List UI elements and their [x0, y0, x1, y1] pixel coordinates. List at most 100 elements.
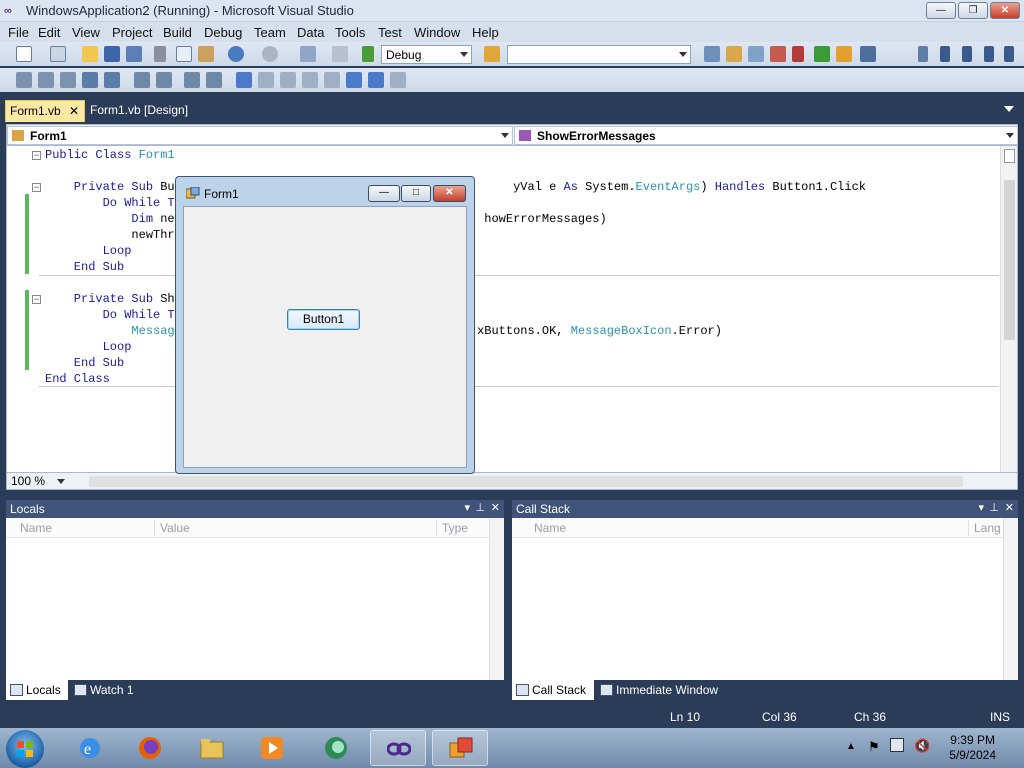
start-debugging-icon[interactable]: [362, 46, 374, 62]
restore-button[interactable]: ❐: [958, 2, 988, 19]
vertical-scrollbar[interactable]: [1003, 518, 1018, 680]
new-project-icon[interactable]: [16, 46, 32, 62]
menu-view[interactable]: View: [72, 25, 100, 40]
dropdown-arrow-icon[interactable]: ▾: [978, 501, 984, 514]
menu-team[interactable]: Team: [254, 25, 286, 40]
continue-icon[interactable]: [918, 46, 928, 62]
show-hidden-icons-icon[interactable]: ▲: [846, 741, 856, 752]
taskbar-firefox[interactable]: [122, 730, 178, 766]
next-bookmark-doc-icon[interactable]: [368, 72, 384, 88]
menu-data[interactable]: Data: [297, 25, 324, 40]
taskbar-windows-form[interactable]: [432, 730, 488, 766]
close-icon[interactable]: ✕: [491, 501, 500, 514]
form-close-button[interactable]: ✕: [433, 185, 466, 202]
method-name-combo[interactable]: ShowErrorMessages: [514, 126, 1018, 145]
toolbox-icon[interactable]: [770, 46, 786, 62]
tab-call-stack[interactable]: Call Stack: [512, 680, 594, 700]
chevron-down-icon[interactable]: [1004, 106, 1014, 112]
pin-icon[interactable]: ⊥: [989, 501, 999, 514]
next-bookmark-folder-icon[interactable]: [324, 72, 340, 88]
complete-word-icon[interactable]: [82, 72, 98, 88]
navigate-forward-icon[interactable]: [332, 46, 348, 62]
restart-icon[interactable]: [984, 46, 994, 62]
taskbar-internet-explorer[interactable]: e: [62, 730, 118, 766]
form1-window[interactable]: Form1 — □ ✕ Button1: [175, 176, 475, 474]
save-icon[interactable]: [104, 46, 120, 62]
class-view-icon[interactable]: [836, 46, 852, 62]
column-type[interactable]: Type: [442, 521, 468, 535]
previous-bookmark-icon[interactable]: [258, 72, 274, 88]
undo-icon[interactable]: [228, 46, 244, 62]
toggle-completion-icon[interactable]: [104, 72, 120, 88]
increase-indent-icon[interactable]: [156, 72, 172, 88]
form-minimize-button[interactable]: —: [368, 185, 400, 202]
comment-lines-icon[interactable]: [184, 72, 200, 88]
start-page-icon[interactable]: [814, 46, 830, 62]
paste-icon[interactable]: [198, 46, 214, 62]
menu-tools[interactable]: Tools: [335, 25, 365, 40]
form-maximize-button[interactable]: □: [401, 185, 431, 202]
previous-bookmark-doc-icon[interactable]: [346, 72, 362, 88]
open-folder-icon[interactable]: [82, 46, 98, 62]
stop-debugging-icon[interactable]: [962, 46, 972, 62]
error-list-icon[interactable]: [792, 46, 804, 62]
menu-window[interactable]: Window: [414, 25, 460, 40]
dropdown-arrow-icon[interactable]: ▾: [464, 501, 470, 514]
menu-file[interactable]: File: [8, 25, 29, 40]
add-item-icon[interactable]: [50, 46, 66, 62]
uncomment-lines-icon[interactable]: [206, 72, 222, 88]
object-browser-icon[interactable]: [748, 46, 764, 62]
redo-icon[interactable]: [262, 46, 278, 62]
horizontal-scrollbar[interactable]: [89, 476, 963, 487]
find-in-files-icon[interactable]: [484, 46, 500, 62]
previous-bookmark-folder-icon[interactable]: [302, 72, 318, 88]
quick-info-icon[interactable]: [60, 72, 76, 88]
button1[interactable]: Button1: [287, 309, 360, 330]
solution-explorer-icon[interactable]: [704, 46, 720, 62]
toggle-bookmark-icon[interactable]: [236, 72, 252, 88]
extension-manager-icon[interactable]: [860, 46, 876, 62]
call-stack-grid[interactable]: [512, 538, 1018, 680]
save-all-icon[interactable]: [126, 46, 142, 62]
column-language[interactable]: Lang: [974, 521, 1001, 535]
menu-project[interactable]: Project: [112, 25, 152, 40]
vertical-scrollbar[interactable]: [489, 518, 504, 680]
menu-build[interactable]: Build: [163, 25, 192, 40]
cut-icon[interactable]: [154, 46, 166, 62]
taskbar-app[interactable]: [308, 730, 364, 766]
tab-immediate-window[interactable]: Immediate Window: [596, 680, 726, 700]
collapse-icon[interactable]: −: [32, 183, 41, 192]
minimize-button[interactable]: —: [926, 2, 956, 19]
clear-bookmarks-icon[interactable]: [390, 72, 406, 88]
scrollbar-thumb[interactable]: [1004, 180, 1015, 340]
tab-locals[interactable]: Locals: [6, 680, 68, 700]
show-next-statement-icon[interactable]: [1004, 46, 1014, 62]
copy-icon[interactable]: [176, 46, 192, 62]
column-value[interactable]: Value: [160, 521, 190, 535]
decrease-indent-icon[interactable]: [134, 72, 150, 88]
next-bookmark-icon[interactable]: [280, 72, 296, 88]
tab-form1-vb[interactable]: Form1.vb ✕: [5, 100, 85, 122]
taskbar-visual-studio[interactable]: [370, 730, 426, 766]
collapse-icon[interactable]: −: [32, 151, 41, 160]
break-all-icon[interactable]: [940, 46, 950, 62]
split-handle[interactable]: [1004, 149, 1015, 163]
code-editor[interactable]: − − − Public Class Form1 Private Sub But…: [6, 146, 1018, 472]
column-name[interactable]: Name: [20, 521, 52, 535]
find-combo[interactable]: [507, 45, 691, 64]
chevron-down-icon[interactable]: [57, 479, 65, 484]
display-members-icon[interactable]: [16, 72, 32, 88]
pin-icon[interactable]: ⊥: [475, 501, 485, 514]
action-center-flag-icon[interactable]: ⚑: [868, 739, 880, 755]
close-icon[interactable]: ✕: [69, 104, 79, 118]
navigate-backward-icon[interactable]: [300, 46, 316, 62]
menu-edit[interactable]: Edit: [38, 25, 60, 40]
parameter-info-icon[interactable]: [38, 72, 54, 88]
menu-help[interactable]: Help: [472, 25, 499, 40]
locals-grid[interactable]: [6, 538, 504, 680]
tab-watch-1[interactable]: Watch 1: [70, 680, 150, 700]
properties-icon[interactable]: [726, 46, 742, 62]
close-icon[interactable]: ✕: [1005, 501, 1014, 514]
clock[interactable]: 9:39 PM 5/9/2024: [949, 733, 996, 763]
column-name[interactable]: Name: [534, 521, 566, 535]
